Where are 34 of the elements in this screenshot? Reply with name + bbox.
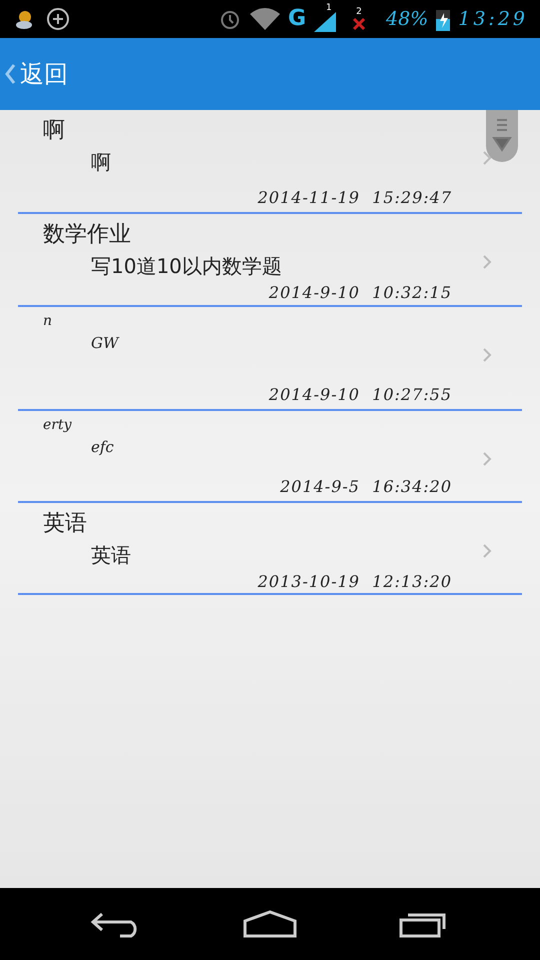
chevron-right-icon[interactable] <box>482 254 492 270</box>
chevron-right-icon[interactable] <box>482 347 492 363</box>
no-signal-icon <box>352 16 366 30</box>
chevron-right-icon[interactable] <box>482 150 492 166</box>
note-body: 啊 <box>91 149 111 176</box>
sim-number: 2 <box>356 8 362 16</box>
battery-percent: 48% <box>386 6 428 32</box>
note-timestamp: 2013-10-19 12:13:20 <box>258 571 452 593</box>
note-body: efc <box>91 437 114 458</box>
note-body: 英语 <box>91 542 131 569</box>
note-timestamp: 2014-9-10 10:32:15 <box>268 282 452 304</box>
home-icon[interactable] <box>242 909 298 939</box>
plus-circle-icon <box>46 7 70 31</box>
back-button[interactable]: 返回 <box>4 56 68 92</box>
battery-charging-icon <box>436 7 450 31</box>
note-body: GW <box>91 333 118 354</box>
wifi-icon <box>250 8 280 30</box>
chevron-right-icon[interactable] <box>482 543 492 559</box>
chevron-left-icon <box>4 63 16 85</box>
network-type: G <box>288 8 306 30</box>
signal-icon <box>314 12 336 32</box>
note-title: 数学作业 <box>43 221 131 249</box>
note-title: 啊 <box>43 117 65 145</box>
note-title: n <box>43 312 52 331</box>
note-title: erty <box>43 416 72 435</box>
chevron-right-icon[interactable] <box>482 451 492 467</box>
note-timestamp: 2014-11-19 15:29:47 <box>258 187 452 209</box>
sim-number: 1 <box>326 2 332 15</box>
note-body: 写10道10以内数学题 <box>91 253 282 280</box>
note-title: 英语 <box>43 510 87 538</box>
note-timestamp: 2014-9-10 10:27:55 <box>268 384 452 406</box>
clock-time: 13:29 <box>458 6 528 32</box>
note-timestamp: 2014-9-5 16:34:20 <box>280 476 452 498</box>
scroll-down-handle-icon[interactable] <box>486 110 518 162</box>
